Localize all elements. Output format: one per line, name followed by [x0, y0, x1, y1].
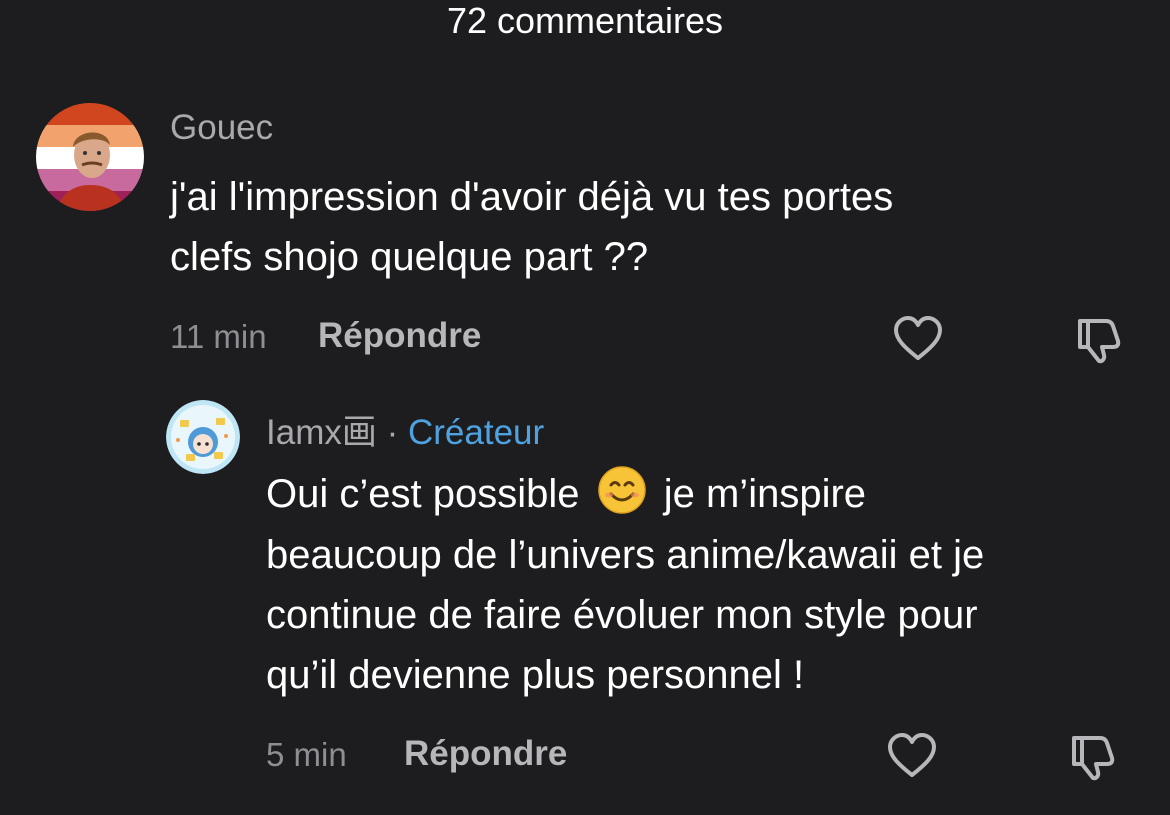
- avatar[interactable]: [166, 400, 240, 474]
- comments-panel: 72 commentaires Gouec j'ai l'impression …: [0, 0, 1170, 815]
- comment-username[interactable]: Gouec: [170, 108, 273, 148]
- smiling-face-emoji: [597, 465, 647, 515]
- heart-icon[interactable]: [892, 313, 944, 365]
- avatar[interactable]: [36, 103, 144, 211]
- reply-text-part: je m’inspire: [663, 472, 867, 516]
- reply-text-part: Oui c’est possible: [266, 472, 580, 516]
- reply-username-row: Iamx画 · Créateur: [266, 404, 544, 455]
- thumbs-down-icon[interactable]: [1066, 730, 1118, 782]
- thumbs-down-icon[interactable]: [1072, 313, 1124, 365]
- reply-button[interactable]: Répondre: [318, 316, 481, 356]
- comment-text-line: clefs shojo quelque part ??: [170, 235, 649, 279]
- heart-icon[interactable]: [886, 730, 938, 782]
- reply-username[interactable]: Iamx画: [266, 413, 377, 452]
- reply-text-line: continue de faire évoluer mon style pour: [266, 593, 978, 637]
- creator-badge: Créateur: [407, 413, 545, 452]
- comment-count-title: 72 commentaires: [446, 0, 724, 41]
- comment-timestamp: 11 min: [170, 318, 267, 355]
- reply-text-line: Oui c’est possible je m’inspire: [266, 464, 866, 524]
- reply-timestamp: 5 min: [266, 736, 347, 773]
- reply-text-line: beaucoup de l’univers anime/kawaii et je: [266, 533, 985, 577]
- separator-dot: ·: [386, 413, 399, 452]
- comment-text-line: j'ai l'impression d'avoir déjà vu tes po…: [170, 175, 894, 219]
- reply-text-line: qu’il devienne plus personnel !: [266, 653, 805, 697]
- reply-button[interactable]: Répondre: [404, 734, 567, 774]
